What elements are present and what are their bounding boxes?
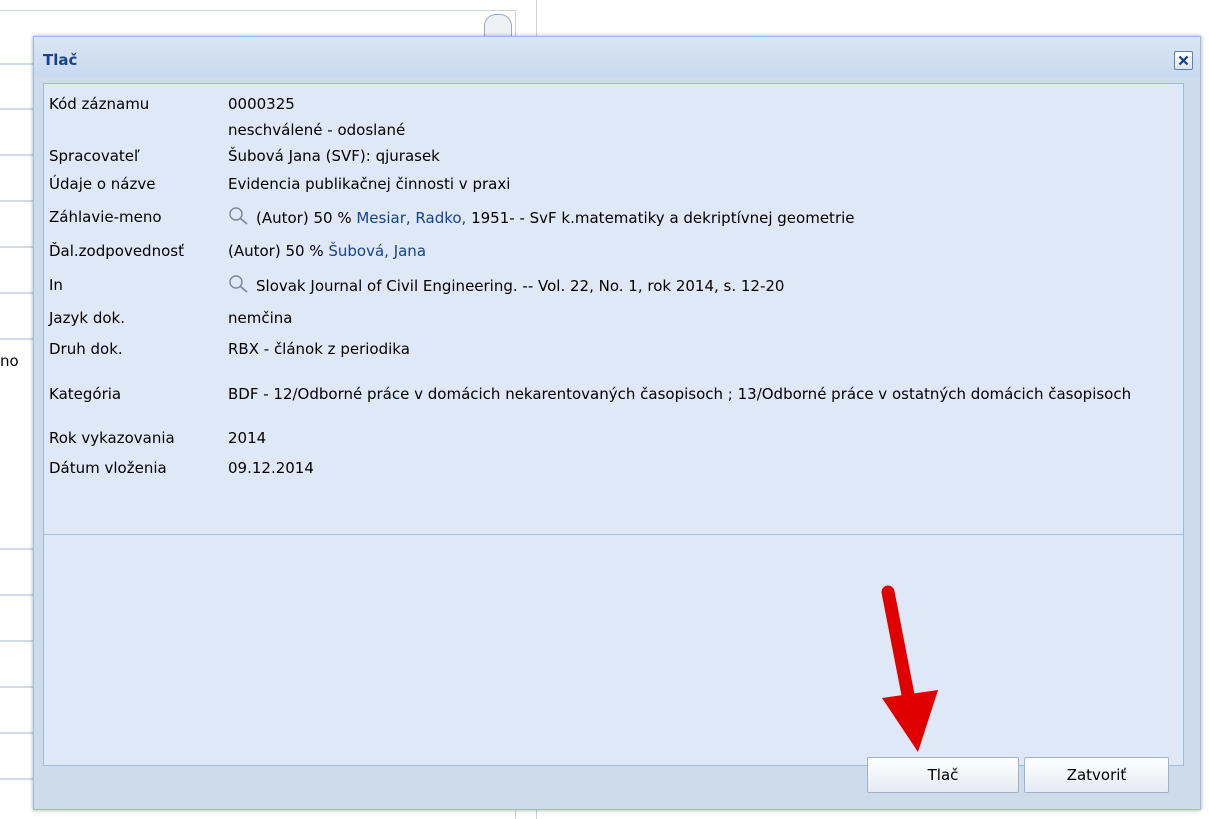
detail-value: Evidencia publikačnej činnosti v praxi	[228, 175, 511, 193]
author-link[interactable]: Mesiar, Radko,	[356, 209, 466, 227]
background-rule	[0, 732, 36, 734]
dialog-title: Tlač	[43, 51, 78, 69]
close-icon	[1178, 55, 1189, 66]
background-rule	[0, 640, 36, 642]
detail-label: Jazyk dok.	[49, 308, 125, 327]
detail-row: Záhlavie-meno (Autor) 50 % Mesiar, Radko,…	[49, 199, 1168, 234]
detail-label: Rok vykazovania	[49, 428, 175, 447]
detail-value: (Autor) 50 % Mesiar, Radko, 1951- - SvF …	[228, 199, 1168, 234]
dialog-close-button[interactable]	[1174, 51, 1193, 70]
author-share: (Autor) 50 %	[256, 208, 352, 227]
background-rule	[0, 200, 36, 202]
source-text: Slovak Journal of Civil Engineering. -- …	[256, 277, 785, 295]
detail-value: RBX - článok z periodika	[228, 339, 410, 358]
detail-value: Slovak Journal of Civil Engineering. -- …	[228, 267, 1168, 303]
detail-row: neschválené - odoslané	[49, 118, 1168, 142]
detail-label: Ďal.zodpovednosť	[49, 241, 184, 260]
detail-row: Druh dok. RBX - článok z periodika	[49, 332, 1168, 365]
detail-row: Kód záznamu 0000325	[49, 90, 1168, 118]
record-details-table: Kód záznamu 0000325 neschválené - odoslan…	[49, 90, 1168, 484]
dialog-header: Tlač	[34, 37, 1200, 77]
detail-label	[49, 118, 228, 142]
detail-row: Rok vykazovania 2014	[49, 423, 1168, 452]
background-text-fragment: no	[0, 352, 19, 370]
detail-label: Údaje o názve	[49, 175, 156, 193]
detail-row: Jazyk dok. nemčina	[49, 303, 1168, 332]
detail-row: Spracovateľ Šubová Jana (SVF): qjurasek	[49, 142, 1168, 169]
author-details: 1951- - SvF k.matematiky a dekriptívnej …	[471, 208, 855, 227]
background-rule	[0, 686, 36, 688]
detail-label: Kód záznamu	[49, 95, 150, 113]
search-icon[interactable]	[228, 206, 250, 226]
detail-value: Šubová Jana (SVF): qjurasek	[228, 146, 440, 165]
detail-value: nemčina	[228, 308, 293, 327]
background-rule	[0, 63, 36, 65]
close-button[interactable]: Zatvoriť	[1024, 757, 1169, 793]
detail-value: BDF - 12/Odborné práce v domácich nekare…	[228, 384, 1132, 403]
detail-value: neschválené - odoslané	[228, 121, 406, 139]
detail-row: Dátum vloženia 09.12.2014	[49, 452, 1168, 484]
detail-row: In Slovak Journal of Civil Engineering. -…	[49, 267, 1168, 303]
background-tab-icon	[484, 14, 512, 38]
detail-row: Ďal.zodpovednosť (Autor) 50 % Šubová, Jan…	[49, 234, 1168, 267]
dialog-content: Kód záznamu 0000325 neschválené - odoslan…	[43, 83, 1184, 766]
print-button[interactable]: Tlač	[867, 757, 1019, 793]
coauthor-share: (Autor) 50 %	[228, 241, 324, 260]
background-rule	[0, 548, 36, 550]
coauthor-link[interactable]: Šubová, Jana	[328, 242, 426, 260]
background-rule	[0, 108, 36, 110]
background-top-rule	[0, 10, 515, 11]
detail-label: Druh dok.	[49, 339, 123, 358]
red-arrow-annotation	[881, 585, 938, 752]
detail-value: 2014	[228, 428, 267, 447]
record-details: Kód záznamu 0000325 neschválené - odoslan…	[44, 84, 1183, 535]
detail-label: In	[49, 276, 63, 294]
detail-label: Dátum vloženia	[49, 459, 167, 477]
detail-label: Záhlavie-meno	[49, 207, 162, 226]
background-rule	[0, 292, 36, 294]
detail-label: Spracovateľ	[49, 146, 140, 165]
detail-value: 0000325	[228, 95, 295, 113]
background-rule	[0, 778, 36, 780]
background-rule	[0, 154, 36, 156]
background-rule	[0, 338, 36, 340]
detail-value: 09.12.2014	[228, 459, 314, 477]
background-rule	[0, 594, 36, 596]
print-dialog: Tlač Kód záznamu 0000325 neschválené - od…	[33, 36, 1201, 810]
detail-label: Kategória	[49, 385, 122, 403]
detail-value: (Autor) 50 % Šubová, Jana	[228, 234, 1168, 267]
detail-row: Kategória BDF - 12/Odborné práce v domáci…	[49, 365, 1168, 423]
detail-row: Údaje o názve Evidencia publikačnej činno…	[49, 169, 1168, 199]
background-rule	[0, 246, 36, 248]
search-icon[interactable]	[228, 274, 250, 294]
